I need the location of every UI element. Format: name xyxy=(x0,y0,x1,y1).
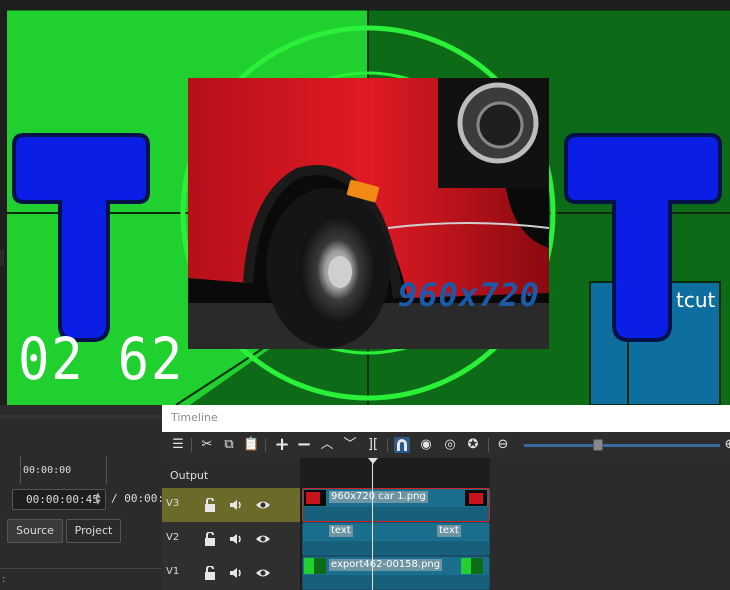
position-timecode-field[interactable]: 00:00:00:45 ▲ ▼ xyxy=(12,489,106,510)
track-header-v1[interactable]: V1 xyxy=(162,556,300,590)
lock-icon[interactable] xyxy=(202,531,218,546)
track-lane-v2[interactable]: text text xyxy=(300,522,490,556)
ruler-time-label: 00:00:00 xyxy=(23,465,72,476)
clip-audio-strip xyxy=(303,575,489,589)
overwrite-icon[interactable]: ﹀ xyxy=(342,437,358,453)
car-resolution-text: 960x720 xyxy=(398,276,540,314)
clip-thumbnail-end xyxy=(461,558,483,574)
eye-icon[interactable] xyxy=(255,565,271,579)
clip-audio-strip xyxy=(303,507,489,521)
toolbar-separator xyxy=(191,438,192,452)
timeline-titlebar[interactable]: Timeline xyxy=(162,405,730,432)
lock-icon[interactable] xyxy=(202,497,218,512)
timeline-panel: Timeline ☰ ✂ ⧉ 📋 + − ︿ ﹀ ][ ◉ ◎ ✪ ⊖ ⊕ xyxy=(162,405,730,590)
copy-icon[interactable]: ⧉ xyxy=(221,437,237,453)
panel-splitter[interactable] xyxy=(0,415,162,419)
timeline-toolbar: ☰ ✂ ⧉ 📋 + − ︿ ﹀ ][ ◉ ◎ ✪ ⊖ ⊕ xyxy=(162,432,730,458)
track-name: V2 xyxy=(166,532,180,543)
spinner-arrows-icon[interactable]: ▲ ▼ xyxy=(93,492,103,507)
timeline-title: Timeline xyxy=(171,411,218,424)
cut-icon[interactable]: ✂ xyxy=(199,437,215,453)
scrub-icon[interactable]: ◉ xyxy=(418,437,434,453)
playhead[interactable] xyxy=(372,462,373,590)
track-name: V3 xyxy=(166,498,180,509)
track-lane-v1[interactable]: export462-00158.png xyxy=(300,556,490,590)
paste-icon[interactable]: 📋 xyxy=(243,437,259,453)
output-label: Output xyxy=(170,469,209,482)
tab-source[interactable]: Source xyxy=(7,519,63,543)
clip-audio-strip xyxy=(303,541,489,555)
track-headers: Output V3 V2 V1 xyxy=(162,458,300,590)
track-header-v3[interactable]: V3 xyxy=(162,488,300,522)
track-name: V1 xyxy=(166,566,180,577)
timeline-empty-area[interactable] xyxy=(490,458,730,590)
clip-label-start: text xyxy=(329,525,353,537)
timeline-ruler[interactable] xyxy=(300,458,490,488)
speaker-icon[interactable] xyxy=(228,531,244,545)
duration-timecode: / 00:00:02 xyxy=(111,492,162,505)
snap-icon[interactable] xyxy=(394,437,410,453)
zoom-slider[interactable] xyxy=(524,444,720,447)
overlay-text-right: tcut xyxy=(676,288,716,312)
ripple-icon[interactable]: ◎ xyxy=(442,437,458,453)
zoom-out-icon[interactable]: ⊖ xyxy=(495,437,511,453)
tab-project[interactable]: Project xyxy=(66,519,121,543)
track-lane-v3[interactable]: 960x720 car 1.png xyxy=(300,488,490,522)
clip-thumbnail-start xyxy=(304,490,326,506)
menu-icon[interactable]: ☰ xyxy=(170,437,186,453)
playhead-handle[interactable] xyxy=(368,458,378,464)
clip-car-image[interactable]: 960x720 car 1.png xyxy=(302,488,490,522)
eye-icon[interactable] xyxy=(255,531,271,545)
clip-label: 960x720 car 1.png xyxy=(329,491,428,503)
toolbar-separator xyxy=(265,438,266,452)
clip-label: export462-00158.png xyxy=(329,559,443,571)
toolbar-separator xyxy=(387,438,388,452)
clip-label-end: text xyxy=(437,525,461,537)
track-header-v2[interactable]: V2 xyxy=(162,522,300,556)
speaker-icon[interactable] xyxy=(228,497,244,511)
overlay-text-left: 02 62 xyxy=(18,325,185,393)
lift-icon[interactable]: ︿ xyxy=(319,437,335,453)
letter-t-right xyxy=(564,133,722,342)
zoom-slider-handle[interactable] xyxy=(593,439,604,451)
toolbar-separator xyxy=(488,438,489,452)
clip-export-image[interactable]: export462-00158.png xyxy=(302,556,490,590)
ruler-tick xyxy=(106,456,107,484)
add-track-icon[interactable]: + xyxy=(274,436,290,454)
app-window: 02 62 tcut 960x720 00:00:00 00:00:00:45 … xyxy=(0,0,730,590)
eye-icon[interactable] xyxy=(255,497,271,511)
clip-thumbnail-end xyxy=(465,490,487,506)
zoom-in-icon[interactable]: ⊕ xyxy=(722,437,730,453)
position-timecode-value: 00:00:00:45 xyxy=(26,493,99,506)
ripple-all-icon[interactable]: ✪ xyxy=(465,437,481,453)
split-icon[interactable]: ][ xyxy=(365,437,381,453)
clip-thumbnail-start xyxy=(304,558,326,574)
divider xyxy=(0,568,162,569)
letter-t-left xyxy=(12,133,150,342)
clip-text[interactable]: text text xyxy=(302,522,490,556)
resize-grip-icon[interactable]: : xyxy=(2,574,5,585)
video-preview[interactable]: 02 62 tcut 960x720 xyxy=(0,0,730,405)
source-ruler[interactable]: 00:00:00 xyxy=(20,456,165,484)
lock-icon[interactable] xyxy=(202,565,218,580)
remove-track-icon[interactable]: − xyxy=(296,436,312,454)
speaker-icon[interactable] xyxy=(228,565,244,579)
